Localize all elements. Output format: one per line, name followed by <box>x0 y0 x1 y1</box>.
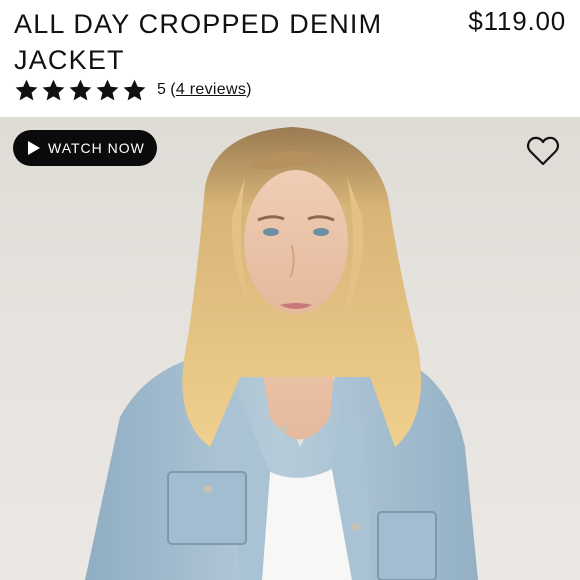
model-photo <box>85 127 478 580</box>
product-rating: 5 (4 reviews) <box>14 76 252 104</box>
product-header: ALL DAY CROPPED DENIM JACKET $119.00 5 (… <box>0 0 580 117</box>
product-price: $119.00 <box>468 6 566 36</box>
rating-stars <box>14 78 147 103</box>
product-title: ALL DAY CROPPED DENIM JACKET <box>14 9 383 75</box>
watch-now-label: WATCH NOW <box>48 140 145 156</box>
star-icon <box>69 79 92 100</box>
product-image[interactable]: WATCH NOW <box>0 117 580 580</box>
reviews-link[interactable]: (4 reviews) <box>170 81 252 99</box>
play-icon <box>28 141 40 155</box>
star-icon <box>15 79 38 100</box>
reviews-paren-close: ) <box>246 81 252 98</box>
favorite-button[interactable] <box>526 135 560 167</box>
heart-outline-icon <box>526 136 560 166</box>
star-icon <box>96 79 119 100</box>
watch-now-button[interactable]: WATCH NOW <box>13 130 157 166</box>
star-icon <box>42 79 65 100</box>
rating-score: 5 <box>157 81 167 98</box>
reviews-count: 4 reviews <box>175 81 247 98</box>
star-icon <box>123 79 146 100</box>
